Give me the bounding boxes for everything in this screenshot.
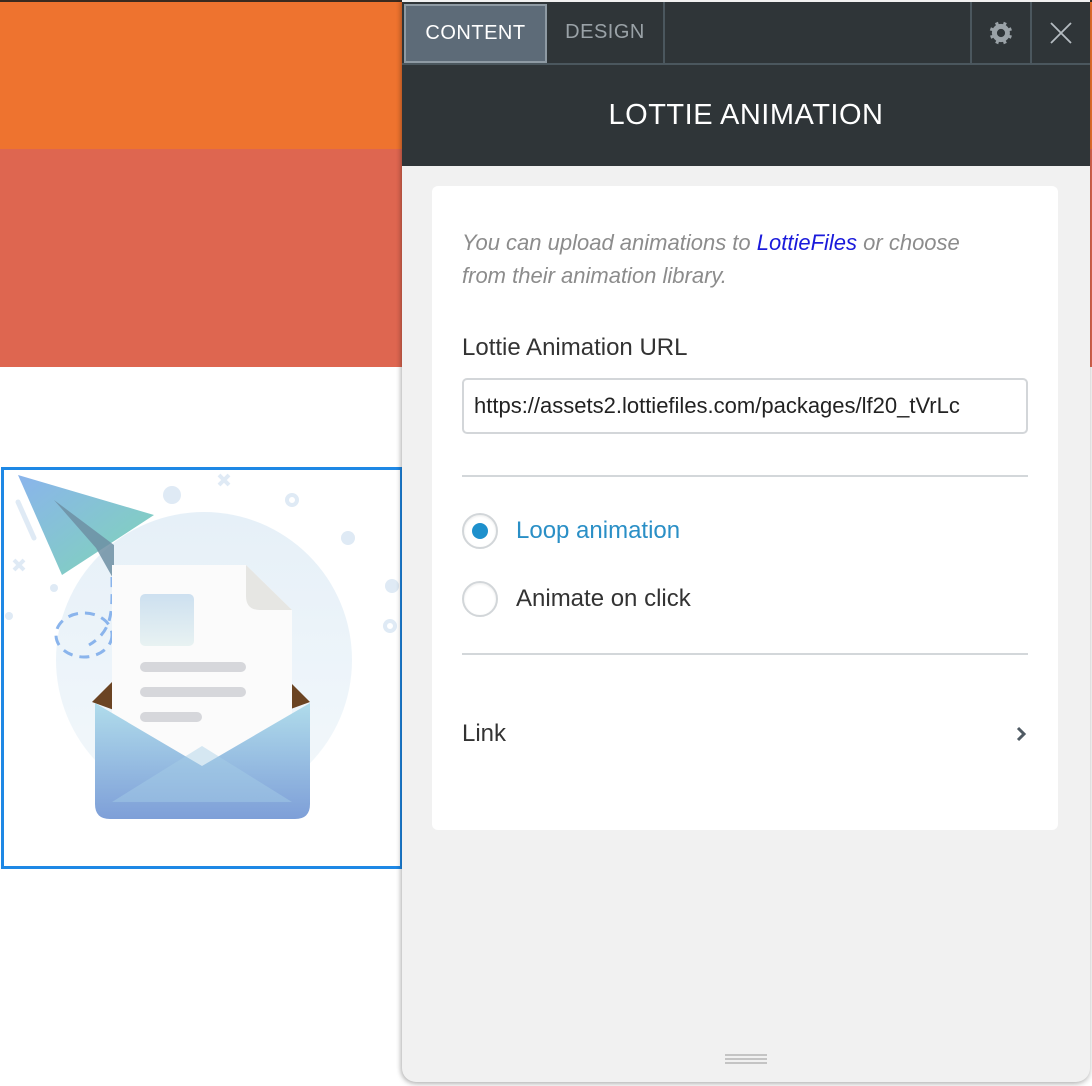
radio-loop-animation[interactable]: Loop animation <box>462 513 680 549</box>
deco-dot <box>341 531 355 545</box>
chevron-right-icon <box>1016 726 1027 742</box>
deco-dot <box>50 584 58 592</box>
panel-title: LOTTIE ANIMATION <box>402 65 1090 166</box>
link-label: Link <box>462 720 507 747</box>
tab-content[interactable]: CONTENT <box>404 4 547 63</box>
radio-button[interactable] <box>462 581 498 617</box>
settings-panel: CONTENT DESIGN LOTTIE ANIMATION You can … <box>402 0 1090 1082</box>
lottie-animation-block[interactable] <box>1 467 403 869</box>
deco-ring <box>285 493 299 507</box>
url-field-label: Lottie Animation URL <box>462 334 688 361</box>
deco-dot <box>5 612 13 620</box>
deco-dot <box>163 486 181 504</box>
link-row[interactable]: Link <box>462 706 1028 762</box>
radio-dot <box>472 523 488 539</box>
letter-photo <box>140 594 194 646</box>
deco-line <box>15 499 37 541</box>
deco-cross <box>12 558 26 572</box>
divider <box>462 653 1028 655</box>
gear-icon <box>989 21 1012 44</box>
letter-line <box>140 712 202 722</box>
radio-animate-on-click[interactable]: Animate on click <box>462 581 691 617</box>
letter-line <box>140 687 246 697</box>
radio-label: Animate on click <box>516 585 691 612</box>
panel-tabbar: CONTENT DESIGN <box>402 2 1090 65</box>
help-text-prefix: You can upload animations to <box>462 230 757 255</box>
radio-button-selected[interactable] <box>462 513 498 549</box>
lottie-url-input[interactable] <box>462 378 1028 434</box>
tab-design[interactable]: DESIGN <box>547 2 665 63</box>
radio-label: Loop animation <box>516 517 681 544</box>
deco-ring <box>383 619 397 633</box>
divider <box>462 475 1028 477</box>
content-card: You can upload animations to LottieFiles… <box>432 186 1058 830</box>
envelope-illustration <box>5 473 399 819</box>
deco-dot <box>385 579 399 593</box>
deco-cross <box>217 473 231 487</box>
resize-handle[interactable] <box>725 1054 767 1066</box>
letter-line <box>140 662 246 672</box>
close-button[interactable] <box>1032 2 1090 63</box>
lottiefiles-link[interactable]: LottieFiles <box>757 230 857 255</box>
settings-button[interactable] <box>972 2 1032 63</box>
tabbar-spacer <box>665 2 972 63</box>
close-icon <box>1050 21 1072 44</box>
help-text: You can upload animations to LottieFiles… <box>462 226 982 292</box>
